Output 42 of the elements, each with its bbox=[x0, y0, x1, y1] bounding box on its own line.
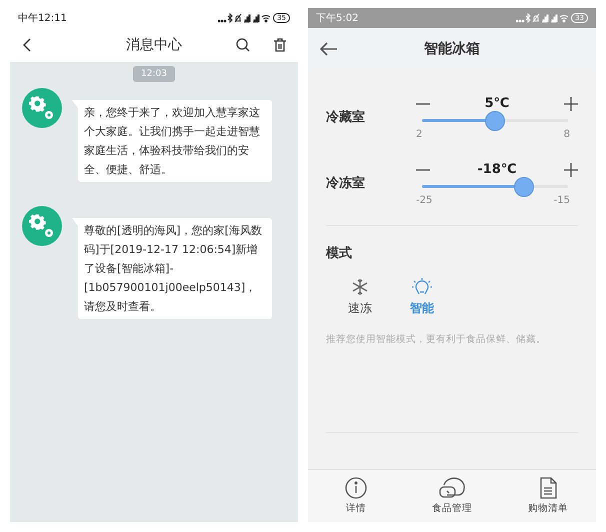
minus-icon[interactable] bbox=[416, 102, 430, 104]
plus-icon[interactable] bbox=[564, 162, 578, 176]
status-icons bbox=[516, 13, 568, 23]
temperature-reading: -18℃ bbox=[477, 162, 517, 177]
bread-icon bbox=[438, 477, 466, 499]
bubble-tail bbox=[72, 218, 78, 226]
slider-max-label: 8 bbox=[564, 128, 570, 140]
nav-item[interactable]: 购物清单 bbox=[508, 476, 588, 516]
status-time: 下午5:02 bbox=[316, 12, 358, 25]
slider-max-label: -15 bbox=[554, 194, 570, 206]
plus-icon[interactable] bbox=[564, 96, 578, 110]
section-title: 模式 bbox=[326, 245, 353, 262]
nav-item[interactable]: 食品管理 bbox=[412, 476, 492, 516]
mode-option[interactable]: 速冻 bbox=[348, 278, 372, 317]
nav-item[interactable]: 详情 bbox=[316, 476, 396, 516]
info-icon bbox=[345, 477, 367, 499]
minus-icon[interactable] bbox=[416, 168, 430, 170]
mode-hint: 推荐您使用智能模式，更有利于食品保鲜、储藏。 bbox=[326, 333, 547, 346]
status-icons bbox=[218, 13, 270, 23]
temperature-reading: 5℃ bbox=[484, 96, 510, 111]
time-chip: 12:03 bbox=[133, 66, 175, 82]
back-icon[interactable] bbox=[22, 38, 32, 52]
slider-min-label: 2 bbox=[416, 128, 422, 140]
snowflake-icon bbox=[351, 278, 369, 296]
message-bubble: 尊敬的[透明的海风]，您的家[海风数码]于[2019-12-17 12:06:54]新增了设备[智能冰箱]-[1b057900101j00eelp50143]，请您及时查看。 bbox=[78, 218, 272, 319]
page-title: 智能冰箱 bbox=[423, 40, 481, 58]
document-icon bbox=[539, 477, 557, 499]
avatar-gear-icon bbox=[22, 88, 62, 128]
lightbulb-icon bbox=[412, 278, 432, 296]
compartment-label: 冷冻室 bbox=[326, 174, 366, 192]
back-arrow-icon[interactable] bbox=[320, 42, 338, 56]
slider-min-label: -25 bbox=[416, 194, 432, 206]
trash-icon[interactable] bbox=[274, 38, 286, 52]
compartment-label: 冷藏室 bbox=[326, 108, 366, 126]
slider-thumb[interactable] bbox=[514, 176, 534, 196]
page-title: 消息中心 bbox=[125, 36, 183, 54]
search-icon[interactable] bbox=[236, 38, 250, 52]
bubble-tail bbox=[72, 100, 78, 108]
status-time: 中午12:11 bbox=[18, 12, 67, 25]
message-bubble: 亲，您终于来了，欢迎加入慧享家这个大家庭。让我们携手一起走进智慧家庭生活，体验科技带给我们的安全、便捷、舒适。 bbox=[78, 100, 272, 182]
avatar-gear-icon bbox=[22, 206, 62, 246]
slider-thumb[interactable] bbox=[485, 110, 505, 130]
